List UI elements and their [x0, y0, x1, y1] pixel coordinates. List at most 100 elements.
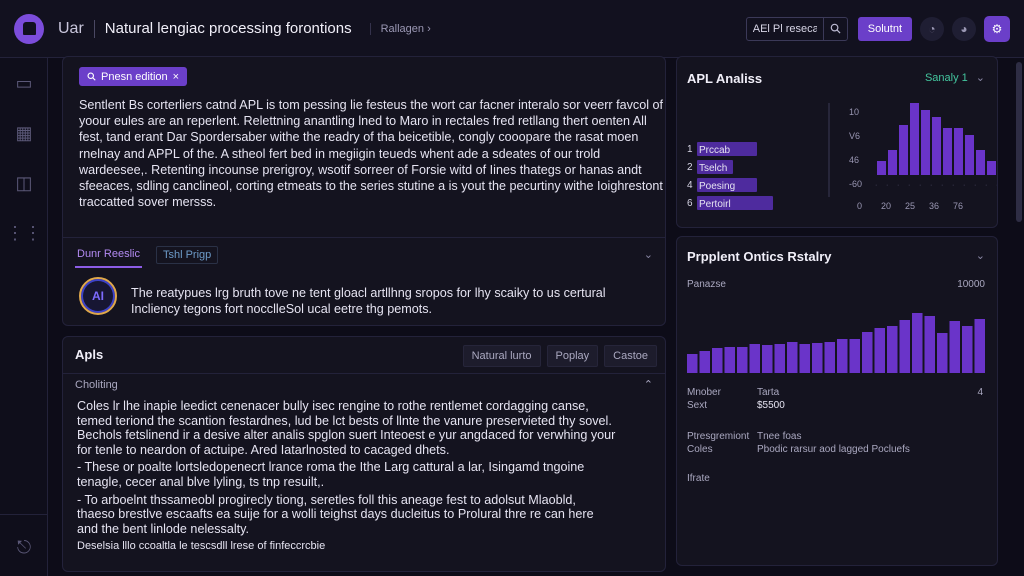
kv-row-3: Ifrate [687, 473, 710, 484]
bar [724, 347, 735, 373]
chevron-right-icon: › [427, 22, 431, 35]
apis-bullet: - These or poalte lortsledopenecrt lranc… [77, 460, 585, 489]
bar [837, 339, 848, 373]
x-minor-tick: · [941, 182, 943, 189]
home-icon [22, 22, 36, 35]
bar [949, 321, 960, 373]
kv-value: Tnee foas [757, 431, 802, 442]
ai-avatar: AI [79, 277, 117, 315]
bar [687, 354, 698, 373]
info-row: AI The reatypues lrg bruth tove ne tent … [79, 277, 651, 317]
apps-icon: ⋮⋮ [6, 222, 42, 243]
tab-castoe[interactable]: Castoe [604, 345, 657, 367]
submit-button[interactable]: Solutnt [857, 16, 912, 41]
hbar-label: Poesing [699, 181, 735, 192]
close-icon[interactable]: × [173, 71, 179, 83]
kv-extra-1: 4 [977, 387, 983, 398]
vbar [976, 150, 985, 175]
apis-trailing: Deselsia lllo ccoaltla le tescsdll lrese… [77, 540, 326, 553]
section-title: Choliting [75, 378, 118, 391]
sidebar-item-cup[interactable]: ◫ [0, 158, 48, 208]
sidebar-item-apps[interactable]: ⋮⋮ [0, 208, 48, 258]
x-minor-tick: · [875, 182, 877, 189]
tab-poplay[interactable]: Poplay [546, 345, 599, 367]
hbar-label: Pertoirl [699, 199, 731, 210]
x-tick-label: 0 [857, 201, 862, 211]
apis-tabs: Natural lurto Poplay Castoe [462, 345, 657, 367]
vbar [899, 125, 908, 175]
vbar [954, 128, 963, 175]
kv-key: Mnober [687, 387, 721, 398]
popular-options-chart [687, 313, 985, 373]
bullet-text: These or poalte lortsledopenecrt lrance … [77, 460, 585, 489]
bar [799, 344, 810, 373]
bar [962, 326, 973, 373]
x-minor-tick: · [963, 182, 965, 189]
profile-button[interactable]: ◕ [952, 16, 976, 41]
avatar-label: AI [92, 289, 104, 303]
x-minor-tick: · [930, 182, 932, 189]
page-scrollbar[interactable] [1016, 62, 1022, 222]
apis-section-header[interactable]: Choliting ⌃ [63, 373, 665, 395]
kv-key: Coles [687, 443, 713, 455]
search-input[interactable] [746, 22, 823, 35]
chevron-up-icon[interactable]: ⌃ [644, 378, 653, 391]
vbar [921, 110, 930, 175]
bar [899, 320, 910, 373]
apis-paragraph: Coles lr lhe inapie leedict cenenacer bu… [77, 399, 616, 457]
hbar-label: Prccab [699, 145, 731, 156]
y-tick-label: -60 [849, 179, 862, 189]
sidebar-item-exit[interactable]: ⎋ [0, 514, 48, 558]
kv-key: Ptresgremiont [687, 431, 750, 442]
sidebar-item-vehicle[interactable]: ▭ [0, 58, 48, 108]
settings-button[interactable]: ⚙ [984, 15, 1010, 42]
bar [812, 343, 823, 373]
info-text: The reatypues lrg bruth tove ne tent glo… [131, 286, 606, 317]
x-minor-tick: · [952, 182, 954, 189]
bar [749, 344, 760, 373]
vbar [943, 128, 952, 175]
bar [974, 319, 985, 373]
editor-subtabs: Dunr Reeslic Tshl Prigp ⌄ [63, 237, 665, 271]
chevron-down-icon[interactable]: ⌄ [644, 248, 653, 261]
search-box [745, 16, 848, 41]
search-icon [87, 72, 96, 81]
vehicle-icon: ▭ [15, 72, 33, 93]
edition-tag-button[interactable]: Pnesn edition × [79, 67, 188, 86]
x-tick-label: 36 [929, 201, 939, 211]
bar [937, 333, 948, 373]
bell-icon: ◔ [928, 21, 936, 36]
tab-active[interactable]: Dunr Reeslic [75, 242, 142, 268]
vbar [888, 150, 897, 175]
app-logo[interactable] [14, 13, 44, 44]
hbar-index-label: 6 [687, 198, 693, 209]
apis-bullet: - To arboelnt thssameobl progirecly tion… [77, 492, 594, 536]
kv-value-2: Tnee foas Pbodic rarsur aod lagged Poclu… [757, 431, 910, 456]
y-tick-label: V6 [849, 131, 860, 141]
grid-icon: ▦ [15, 122, 33, 143]
kv-row-2: Ptresgremiont Coles [687, 431, 749, 456]
x-minor-tick: · [985, 182, 987, 189]
editor-body-text: Sentlent Bs corterliers catnd APL is tom… [79, 98, 664, 210]
x-minor-tick: · [886, 182, 888, 189]
breadcrumb[interactable]: Rallagen › [369, 22, 431, 35]
search-button[interactable] [822, 17, 847, 40]
hbar-label: Tselch [699, 163, 727, 174]
apis-title: Apls [75, 347, 104, 362]
chevron-down-icon[interactable]: ⌄ [976, 249, 985, 262]
edition-tag-label: Pnesn edition [101, 70, 168, 83]
kv-value: Tarta [757, 387, 780, 398]
tab-inactive[interactable]: Tshl Prigp [155, 245, 219, 264]
top-bar: Uar Natural lengiac processing forontion… [0, 0, 1024, 58]
notifications-button[interactable]: ◔ [920, 16, 944, 41]
x-minor-tick: · [996, 182, 998, 189]
vbar [965, 135, 974, 175]
search-icon [830, 23, 841, 34]
breadcrumb-label: Rallagen [380, 22, 425, 35]
bar [862, 332, 873, 373]
sidebar-item-grid[interactable]: ▦ [0, 108, 48, 158]
tab-natural[interactable]: Natural lurto [462, 345, 541, 367]
x-minor-tick: · [908, 182, 910, 189]
bar [699, 351, 710, 373]
sidebar: ▭ ▦ ◫ ⋮⋮ ⎋ [0, 58, 48, 576]
